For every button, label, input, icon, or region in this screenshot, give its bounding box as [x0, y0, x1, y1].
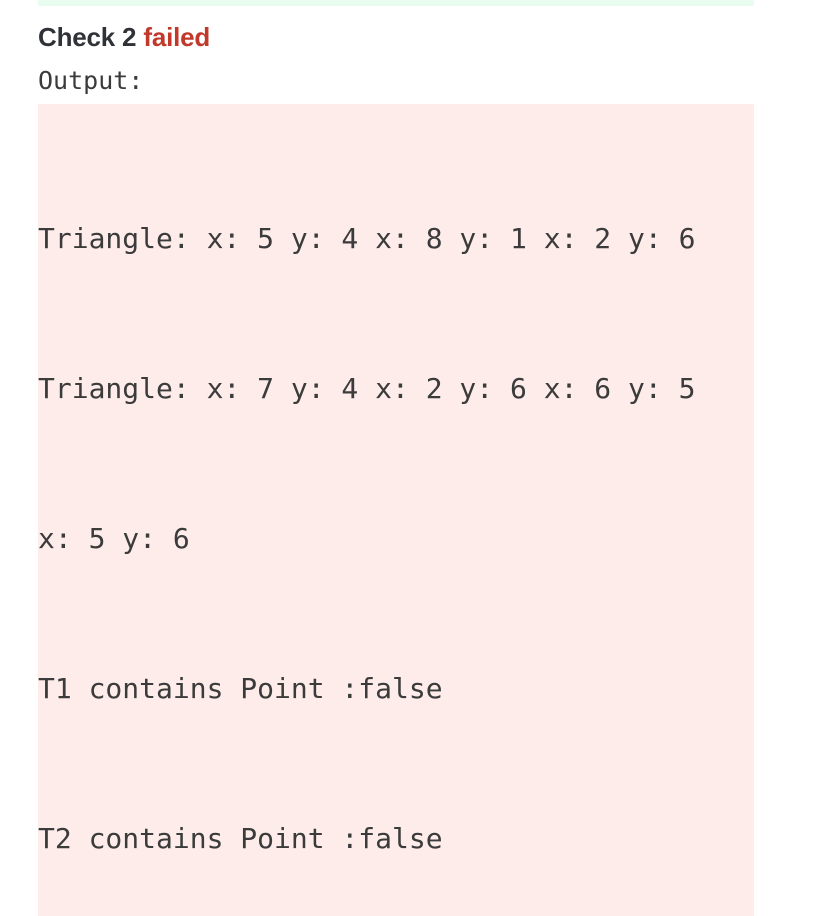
output-line: T1 contains Point :false	[38, 672, 443, 705]
check-heading: Check 2 failed	[0, 6, 836, 54]
status-badge: failed	[143, 22, 211, 52]
check-title: Check 2	[38, 22, 137, 52]
output-line: Triangle: x: 7 y: 4 x: 2 y: 6 x: 6 y: 5	[38, 372, 696, 405]
output-line: x: 5 y: 6	[38, 522, 190, 555]
page-viewport: Check 2 failed Output: Triangle: x: 5 y:…	[0, 0, 836, 916]
output-code-block: Triangle: x: 5 y: 4 x: 8 y: 1 x: 2 y: 6 …	[38, 104, 754, 916]
output-line: T2 contains Point :false	[38, 822, 443, 855]
output-line: Triangle: x: 5 y: 4 x: 8 y: 1 x: 2 y: 6	[38, 222, 696, 255]
output-label: Output:	[38, 66, 144, 95]
results-content: Check 2 failed Output: Triangle: x: 5 y:…	[0, 0, 836, 916]
